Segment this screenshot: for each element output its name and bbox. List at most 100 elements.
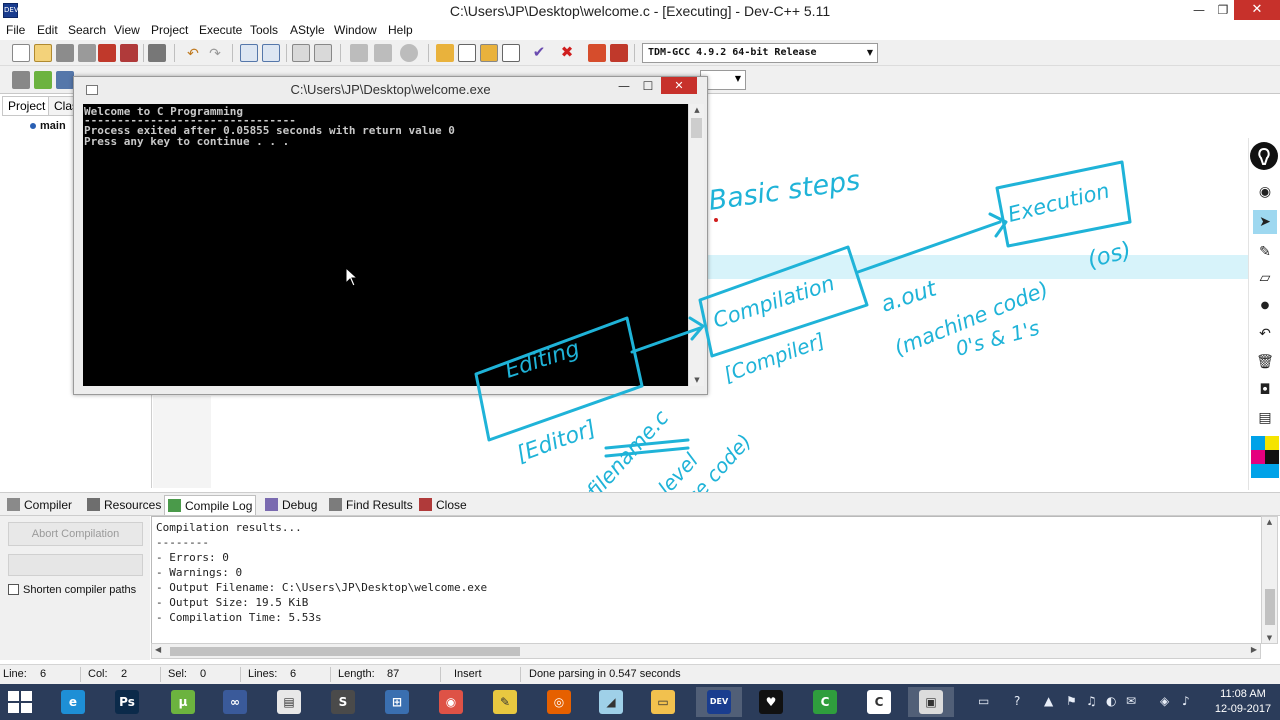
compile-log[interactable]: Compilation results... -------- - Errors… <box>151 516 1261 644</box>
camera-icon[interactable]: ◘ <box>1253 378 1277 402</box>
close-all-icon[interactable] <box>120 44 138 62</box>
console-close-button[interactable]: ✕ <box>661 77 697 94</box>
scroll-left-icon[interactable]: ◀ <box>155 645 161 654</box>
tab-close[interactable]: Close <box>416 495 467 515</box>
unindent-icon[interactable] <box>314 44 332 62</box>
undo-icon[interactable]: ↶ <box>184 44 202 62</box>
taskbar-app-network-app[interactable]: ⊞ <box>374 687 420 717</box>
taskbar-app-camtasia-recorder[interactable]: C <box>856 687 902 717</box>
tray-icon[interactable]: ? <box>1014 694 1020 708</box>
open-file-icon[interactable] <box>34 44 52 62</box>
menu-tools[interactable]: Tools <box>250 23 278 37</box>
scroll-right-icon[interactable]: ▶ <box>1251 645 1257 654</box>
taskbar-app-firefox[interactable]: ◎ <box>536 687 582 717</box>
menu-execute[interactable]: Execute <box>199 23 242 37</box>
console-window[interactable]: C:\Users\JP\Desktop\welcome.exe — ☐ ✕ We… <box>73 76 708 395</box>
scroll-up-icon[interactable]: ▲ <box>1262 518 1277 526</box>
clock-time[interactable]: 11:08 AM <box>1208 688 1278 700</box>
stop-icon[interactable]: ✖ <box>558 44 576 62</box>
taskbar-app-photoshop[interactable]: Ps <box>104 687 150 717</box>
tab-compile-log[interactable]: Compile Log <box>164 495 256 515</box>
close-button[interactable]: ✕ <box>1234 0 1280 20</box>
taskbar-app-file-explorer[interactable]: ▭ <box>640 687 686 717</box>
taskbar-app-pen-app[interactable]: ✎ <box>482 687 528 717</box>
tab-resources[interactable]: Resources <box>84 495 161 515</box>
debug-icon[interactable] <box>610 44 628 62</box>
taskbar-app-sketch-app[interactable]: ◢ <box>588 687 634 717</box>
find-icon[interactable] <box>240 44 258 62</box>
taskbar-app-camtasia[interactable]: C <box>802 687 848 717</box>
scroll-thumb[interactable] <box>170 647 520 656</box>
console-maximize-button[interactable]: ☐ <box>638 79 658 93</box>
scroll-up-icon[interactable]: ▲ <box>689 106 705 114</box>
scroll-down-icon[interactable]: ▼ <box>1262 634 1277 642</box>
tab-debug[interactable]: Debug <box>262 495 317 515</box>
swatch-yellow[interactable] <box>1265 436 1279 450</box>
tab-compiler[interactable]: Compiler <box>4 495 72 515</box>
menu-search[interactable]: Search <box>68 23 106 37</box>
goto-icon[interactable] <box>400 44 418 62</box>
swatch-black[interactable] <box>1265 450 1279 464</box>
remove-from-project-icon[interactable] <box>56 71 74 89</box>
menu-astyle[interactable]: AStyle <box>290 23 325 37</box>
taskbar-app-internet-explorer[interactable]: e <box>50 687 96 717</box>
pen-icon[interactable]: ✎ <box>1253 240 1277 264</box>
back-icon[interactable] <box>350 44 368 62</box>
taskbar-app-sublime-text[interactable]: S <box>320 687 366 717</box>
replace-icon[interactable] <box>262 44 280 62</box>
tray-icon[interactable]: ♪ <box>1182 694 1190 708</box>
eraser-icon[interactable]: ▱ <box>1253 266 1277 290</box>
save-icon[interactable] <box>56 44 74 62</box>
epic-pen-logo[interactable] <box>1248 140 1280 172</box>
swatch-blue[interactable] <box>1251 464 1265 478</box>
undo-icon[interactable]: ↶ <box>1253 322 1277 346</box>
taskbar-app-infinity-app[interactable]: ∞ <box>212 687 258 717</box>
taskbar-app-dev-cpp[interactable]: DEV <box>696 687 742 717</box>
abort-compilation-button[interactable]: Abort Compilation <box>8 522 143 546</box>
tray-icon[interactable]: ⚑ <box>1066 694 1077 708</box>
redo-icon[interactable]: ↷ <box>206 44 224 62</box>
dot-icon[interactable]: ● <box>1253 294 1277 318</box>
menu-view[interactable]: View <box>114 23 140 37</box>
swatch-magenta[interactable] <box>1251 450 1265 464</box>
tray-icon[interactable]: ✉ <box>1126 694 1136 708</box>
menu-file[interactable]: File <box>6 23 25 37</box>
indent-icon[interactable] <box>292 44 310 62</box>
console-output[interactable]: Welcome to C Programming ----------------… <box>83 104 688 386</box>
profile-icon[interactable] <box>588 44 606 62</box>
start-button[interactable] <box>8 690 34 714</box>
log-vertical-scrollbar[interactable]: ▲ ▼ <box>1261 516 1278 644</box>
console-minimize-button[interactable]: — <box>614 79 634 93</box>
tab-project[interactable]: Project <box>2 96 52 116</box>
scroll-down-icon[interactable]: ▼ <box>689 376 705 384</box>
taskbar-app-chart-app[interactable]: ▤ <box>266 687 312 717</box>
eye-icon[interactable]: ◉ <box>1253 180 1277 204</box>
checkbox-icon[interactable] <box>8 584 19 595</box>
console-scrollbar[interactable]: ▲ ▼ <box>688 104 704 386</box>
pointer-icon[interactable]: ➤ <box>1253 210 1277 234</box>
rebuild-icon[interactable] <box>502 44 520 62</box>
tree-item-main[interactable]: main <box>30 120 66 132</box>
shorten-paths-checkbox[interactable]: Shorten compiler paths <box>8 583 136 597</box>
scroll-thumb[interactable] <box>691 118 702 138</box>
menu-project[interactable]: Project <box>151 23 188 37</box>
add-to-project-icon[interactable] <box>34 71 52 89</box>
tab-find-results[interactable]: Find Results <box>326 495 413 515</box>
save-all-icon[interactable] <box>78 44 96 62</box>
taskbar-app-chrome[interactable]: ◉ <box>428 687 474 717</box>
taskbar-app-console-window[interactable]: ▣ <box>908 687 954 717</box>
swatch-cyan[interactable] <box>1251 436 1265 450</box>
compiler-select[interactable]: TDM-GCC 4.9.2 64-bit Release ▼ <box>642 43 878 63</box>
tray-icon[interactable]: ♫ <box>1086 694 1097 708</box>
scroll-thumb[interactable] <box>1265 589 1275 625</box>
swatch-blue-2[interactable] <box>1265 464 1279 478</box>
compile-icon[interactable] <box>436 44 454 62</box>
run-icon[interactable] <box>458 44 476 62</box>
clipboard-icon[interactable]: ▤ <box>1253 406 1277 430</box>
tray-icon[interactable]: ▲ <box>1044 694 1053 708</box>
compile-run-icon[interactable] <box>480 44 498 62</box>
check-syntax-icon[interactable]: ✔ <box>530 44 548 62</box>
taskbar-app-utorrent[interactable]: µ <box>160 687 206 717</box>
tray-icon[interactable]: ▭ <box>978 694 989 708</box>
menu-edit[interactable]: Edit <box>37 23 58 37</box>
